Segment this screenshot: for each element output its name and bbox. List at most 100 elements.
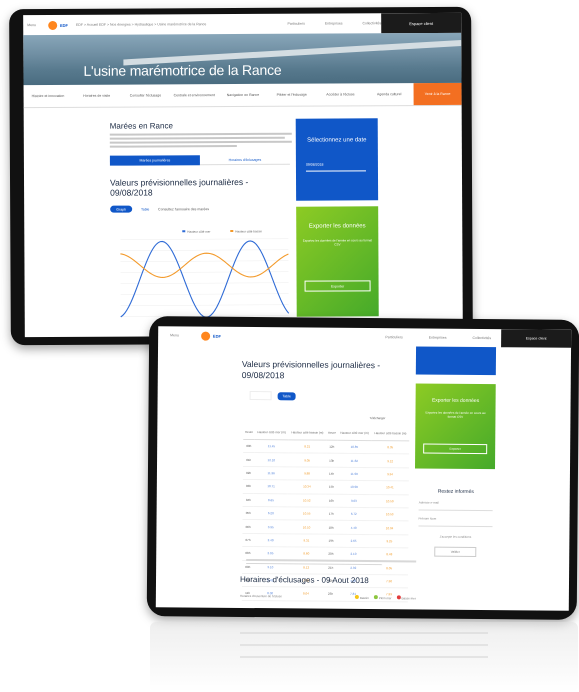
name-field[interactable]: Prénom Nom (418, 516, 493, 528)
table-cell: 9.94 (371, 467, 410, 482)
table-footnote (246, 558, 417, 567)
edf-logo-text[interactable]: EDF (213, 333, 221, 338)
table-cell: 10.55 (287, 506, 326, 521)
tablet-reflection (150, 622, 578, 692)
table-cell: 9.31 (287, 533, 326, 548)
topbar-link-entreprises[interactable]: Entreprises (429, 336, 447, 340)
menu-link[interactable]: Menu (170, 333, 179, 337)
grid-line (120, 293, 289, 295)
legend-note: Horaires d'ouverture de l'écluse (239, 593, 282, 599)
legend-key-pleine-mer: Plein mer (373, 595, 392, 600)
table-cell: 10.71 (254, 479, 289, 494)
table-cell: 03h (242, 479, 255, 494)
table-cell: 02h (242, 466, 255, 480)
table-cell: 05h (242, 506, 254, 520)
table-header-cell: Hauteur côté bassin (m) (288, 425, 327, 441)
table-cell: 10.10 (287, 520, 326, 534)
intro-paragraph (109, 132, 292, 150)
tablet-topbar: Menu EDF Particuliers Entreprises Collec… (158, 326, 572, 348)
date-picker-card[interactable] (415, 346, 497, 376)
topbar-link-particuliers[interactable]: Particuliers (385, 335, 402, 339)
table-cell: 17h (325, 507, 337, 521)
edf-logo-icon[interactable] (200, 331, 210, 341)
table-cell: 04h (242, 493, 255, 507)
nav-item[interactable]: Centrale et environnement (170, 93, 219, 97)
tide-tabs: Marées journalières Horaires d'éclusages (109, 154, 290, 166)
menu-link[interactable]: Menu (27, 23, 36, 27)
legend-key-bassin: Bassin (354, 594, 369, 600)
legend-key-basse-mer: Basse mer (396, 595, 416, 600)
laptop-topbar: Menu EDF EDF > Accueil EDF > Nos énergie… (23, 12, 462, 35)
graph-toggle[interactable]: Graph (110, 205, 133, 213)
account-button[interactable]: Espace client (381, 12, 462, 34)
table-cell: 01h (243, 452, 255, 467)
laptop-frame: Menu EDF EDF > Accueil EDF > Nos énergie… (9, 6, 473, 346)
table-cell: 16h (325, 493, 338, 508)
submit-button[interactable]: Valider (434, 546, 477, 557)
export-button[interactable]: Exporter (304, 280, 371, 292)
annuaire-link[interactable]: Consultez l'annuaire des marées (158, 207, 209, 211)
edf-logo-text[interactable]: EDF (60, 22, 68, 27)
table-cell: 6.72 (336, 507, 371, 521)
table-cell: 2.40 (253, 533, 288, 547)
tab-marees-journalieres[interactable]: Marées journalières (109, 155, 200, 166)
export-card: Exporter les données Exportez les donnée… (414, 383, 496, 470)
nav-item[interactable]: Piloter et l'éclusage (267, 93, 316, 97)
view-toggle: Graph Table Consultez l'annuaire des mar… (110, 205, 209, 213)
email-field[interactable]: Adresse e-mail (418, 500, 493, 512)
table-cell: 06h (242, 519, 254, 534)
table-cell: 10.53 (370, 507, 409, 522)
legend-label: Hauteur côté mer (187, 230, 210, 234)
table-cell: 15h (325, 480, 338, 494)
values-heading: Valeurs prévisionnelles journalières - 0… (241, 358, 381, 381)
tablet-frame: Menu EDF Particuliers Entreprises Collec… (146, 316, 579, 620)
download-link[interactable]: Télécharger (369, 416, 385, 420)
table-cell: 07h (242, 533, 254, 547)
table-cell: 10.41 (370, 480, 409, 495)
table-cell: 13h (325, 453, 338, 468)
topbar-link-collectivites[interactable]: Collectivités (472, 336, 491, 340)
series-line-sea (120, 240, 290, 318)
dot-icon (396, 595, 401, 600)
table-cell: 10.50 (370, 494, 409, 508)
eclusage-heading: Horaires d'éclusages - 09 Aout 2018 (239, 574, 369, 586)
account-button[interactable]: Espace client (501, 329, 572, 348)
table-cell: 00h (243, 439, 255, 453)
grid-line (120, 238, 289, 240)
nav-item[interactable]: Accéder à l'écluse (316, 92, 365, 96)
topbar-link-entreprises[interactable]: Entreprises (325, 21, 343, 25)
edf-logo-icon[interactable] (47, 20, 57, 30)
laptop-screen: Menu EDF EDF > Accueil EDF > Nos énergie… (23, 12, 463, 338)
table-toggle[interactable]: Table (138, 207, 152, 211)
hero-title: L'usine marémotrice de la Rance (83, 61, 282, 79)
topbar-link-collectivites[interactable]: Collectivités (363, 21, 382, 25)
table-cell: 9.25 (370, 534, 409, 549)
table-cell: 8.21 (288, 439, 327, 454)
table-cell: 9.88 (288, 466, 326, 481)
nav-item[interactable]: Histoire et innovation (24, 94, 73, 98)
table-cell: 6.20 (253, 506, 288, 521)
breadcrumb[interactable]: EDF > Accueil EDF > Nos énergies > Hydra… (76, 22, 206, 27)
table-cell: 9.12 (371, 453, 410, 468)
grid-line (120, 304, 289, 306)
table-cell: 10.52 (287, 493, 326, 508)
date-input[interactable]: 09/08/2018 (305, 162, 366, 172)
table-cell: 10.98 (337, 480, 372, 495)
table-cell: 12h (326, 440, 338, 454)
consent-checkbox[interactable]: J'accepte les conditions (418, 534, 492, 539)
topbar-link-particuliers[interactable]: Particuliers (287, 22, 304, 26)
nav-item[interactable]: Navigation en Rance (219, 93, 268, 97)
grid-line (120, 249, 289, 251)
legend-swatch (230, 230, 234, 233)
nav-item[interactable]: Horaires de visite (72, 94, 121, 98)
tablet-screen: Menu EDF Particuliers Entreprises Collec… (155, 326, 572, 611)
graph-toggle[interactable] (249, 391, 272, 401)
table-cell: 18h (325, 520, 337, 535)
nav-item[interactable]: Agenda culturel (365, 92, 414, 96)
table-cell: 9.03 (336, 493, 371, 508)
tab-horaires-eclusages[interactable]: Horaires d'éclusages (199, 154, 290, 166)
nav-cta-button[interactable]: Venir à la Rance (413, 82, 462, 106)
nav-item[interactable]: Consulter l'éclusage (121, 93, 170, 97)
table-toggle[interactable]: Table (277, 391, 296, 400)
export-button[interactable]: Exporter (423, 443, 488, 455)
